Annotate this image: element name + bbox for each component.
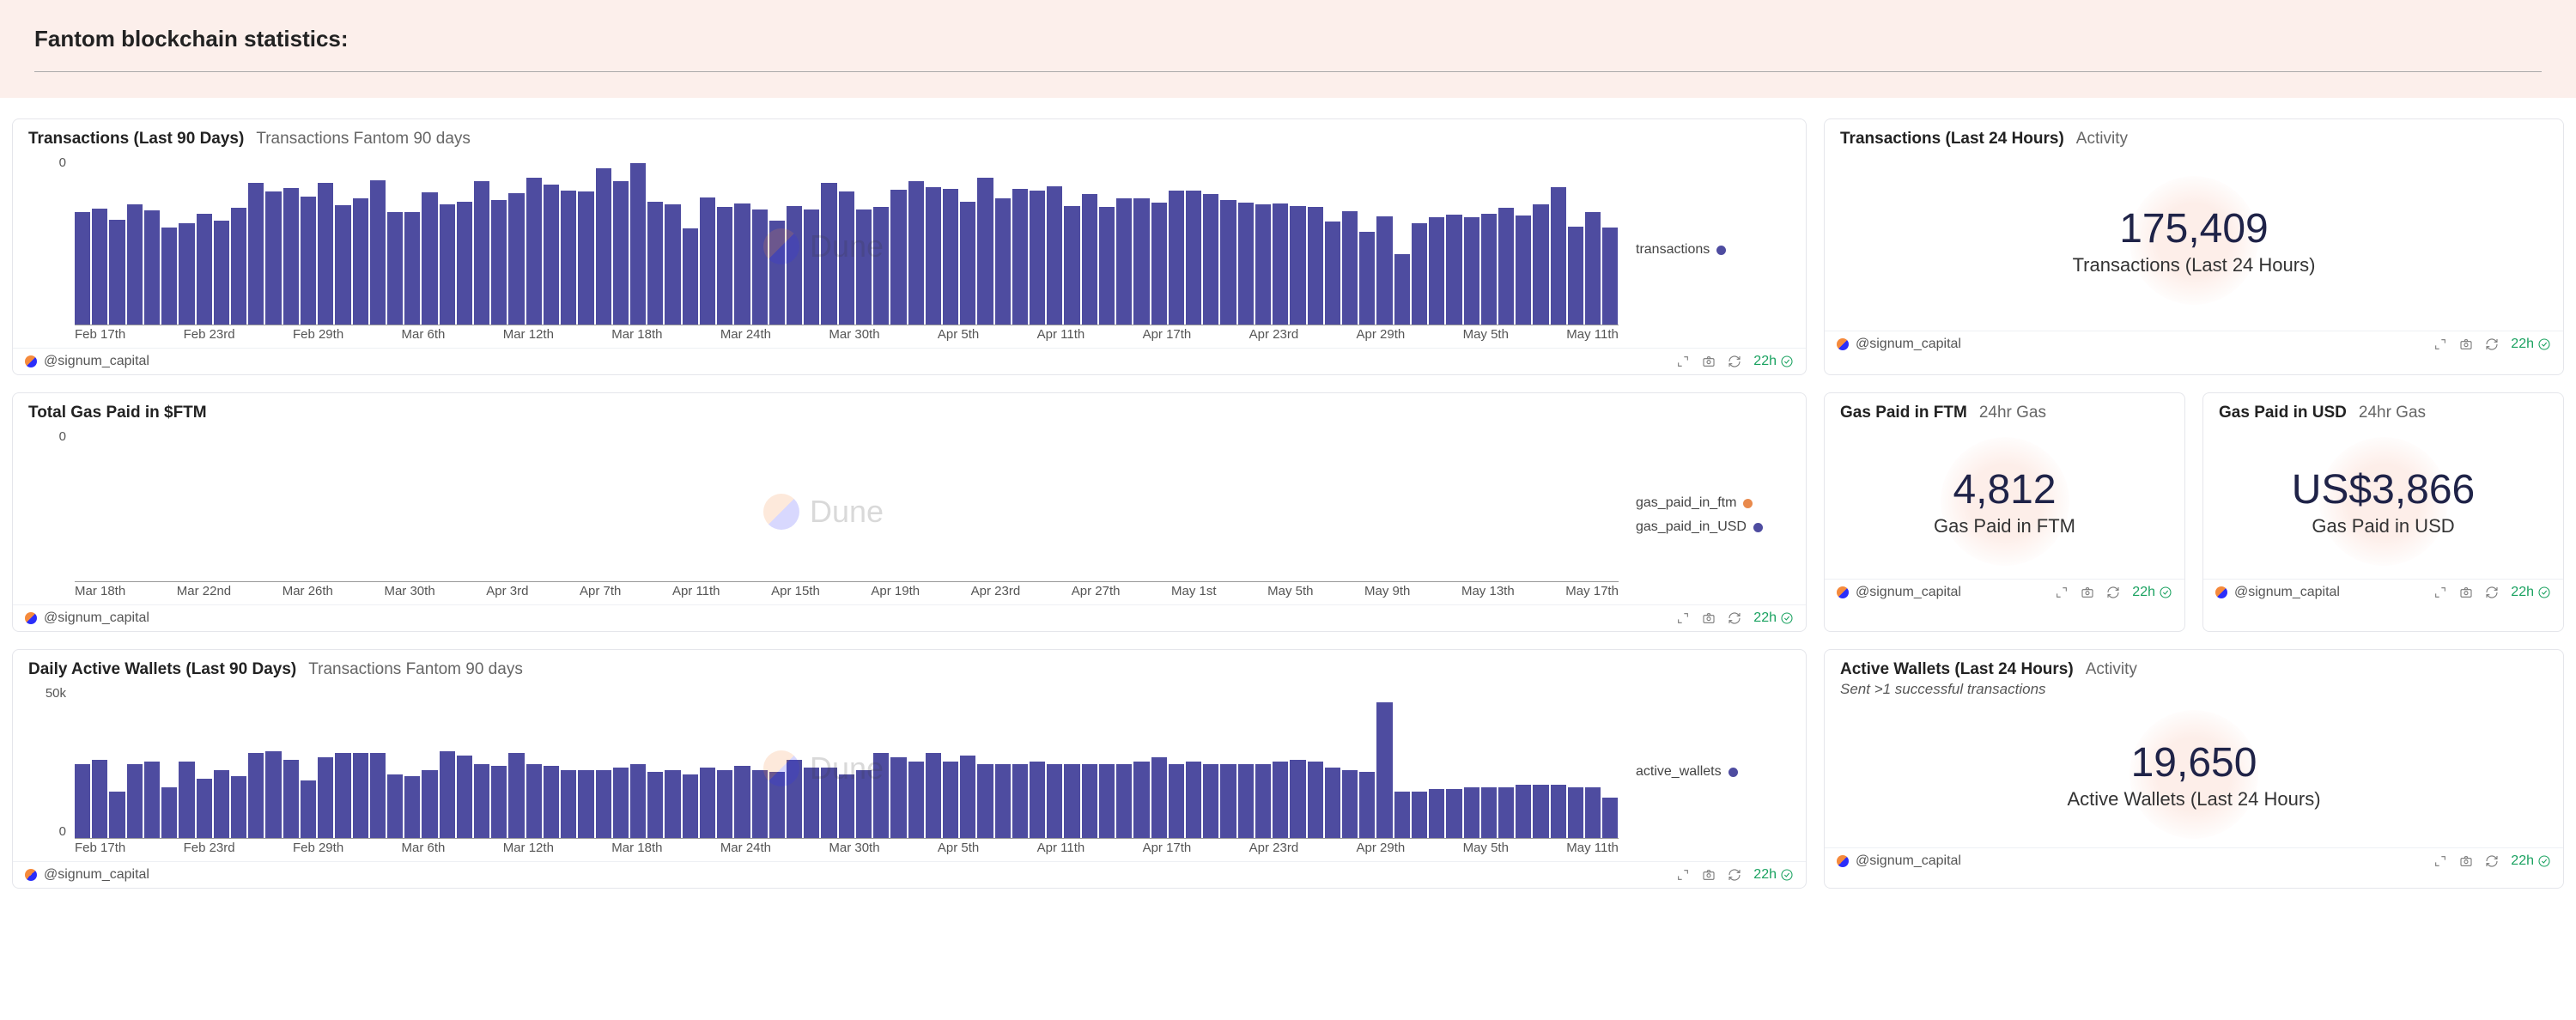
- panel-subtitle: Transactions Fantom 90 days: [308, 660, 523, 679]
- counter-value: US$3,866: [2292, 466, 2476, 513]
- panel-gas-ftm-24h: Gas Paid in FTM 24hr Gas 4,812 Gas Paid …: [1824, 392, 2185, 632]
- expand-icon[interactable]: [2433, 586, 2447, 599]
- panel-title: Transactions (Last 24 Hours): [1840, 130, 2064, 149]
- attribution-link[interactable]: @signum_capital: [44, 354, 149, 369]
- attribution-link[interactable]: @signum_capital: [1856, 853, 1961, 869]
- panel-title: Daily Active Wallets (Last 90 Days): [28, 660, 296, 679]
- header-band: Fantom blockchain statistics:: [0, 0, 2576, 98]
- query-age[interactable]: 22h: [2132, 585, 2172, 600]
- camera-icon[interactable]: [1702, 355, 1716, 368]
- query-age[interactable]: 22h: [1753, 610, 1794, 626]
- dune-icon: [1837, 855, 1849, 867]
- panel-transactions-90d: Transactions (Last 90 Days) Transactions…: [12, 118, 1807, 375]
- expand-icon[interactable]: [2055, 586, 2069, 599]
- panel-title: Gas Paid in USD: [2219, 404, 2347, 422]
- expand-icon[interactable]: [1676, 868, 1690, 882]
- counter-label: Active Wallets (Last 24 Hours): [2067, 788, 2320, 811]
- expand-icon[interactable]: [2433, 854, 2447, 868]
- legend-transactions[interactable]: transactions: [1636, 242, 1790, 258]
- counter-label: Gas Paid in FTM: [1934, 515, 2075, 537]
- counter-value: 175,409: [2119, 205, 2269, 252]
- chart-transactions-90d[interactable]: 0 Feb 17thFeb 23rdFeb 29thMar 6thMar 12t…: [28, 155, 1619, 344]
- panel-gas-paid-chart: Total Gas Paid in $FTM 0 Mar 18thMar 22n…: [12, 392, 1807, 632]
- camera-icon[interactable]: [2081, 586, 2094, 599]
- page-title: Fantom blockchain statistics:: [34, 26, 2542, 52]
- attribution-link[interactable]: @signum_capital: [2234, 585, 2340, 600]
- panel-title: Gas Paid in FTM: [1840, 404, 1967, 422]
- dune-icon: [2215, 586, 2227, 598]
- refresh-icon[interactable]: [1728, 611, 1741, 625]
- panel-gas-usd-24h: Gas Paid in USD 24hr Gas US$3,866 Gas Pa…: [2202, 392, 2564, 632]
- camera-icon[interactable]: [1702, 611, 1716, 625]
- attribution-link[interactable]: @signum_capital: [44, 610, 149, 626]
- counter-label: Gas Paid in USD: [2312, 515, 2454, 537]
- legend-gas-ftm[interactable]: gas_paid_in_ftm: [1636, 495, 1790, 511]
- refresh-icon[interactable]: [2485, 586, 2499, 599]
- attribution-link[interactable]: @signum_capital: [44, 867, 149, 883]
- refresh-icon[interactable]: [2485, 337, 2499, 351]
- query-age[interactable]: 22h: [2511, 853, 2551, 869]
- chart-active-wallets-90d[interactable]: 50k0 Feb 17thFeb 23rdFeb 29thMar 6thMar …: [28, 686, 1619, 858]
- dune-icon: [1837, 586, 1849, 598]
- expand-icon[interactable]: [1676, 611, 1690, 625]
- panel-subtitle: Activity: [2076, 130, 2128, 149]
- attribution-link[interactable]: @signum_capital: [1856, 585, 1961, 600]
- chart-gas-paid[interactable]: 0 Mar 18thMar 22ndMar 26thMar 30thApr 3r…: [28, 429, 1619, 601]
- expand-icon[interactable]: [2433, 337, 2447, 351]
- query-age[interactable]: 22h: [2511, 337, 2551, 352]
- panel-title: Transactions (Last 90 Days): [28, 130, 244, 149]
- dune-icon: [25, 869, 37, 881]
- query-age[interactable]: 22h: [1753, 354, 1794, 369]
- refresh-icon[interactable]: [1728, 868, 1741, 882]
- panel-title: Total Gas Paid in $FTM: [28, 404, 207, 422]
- query-age[interactable]: 22h: [2511, 585, 2551, 600]
- dune-icon: [25, 355, 37, 367]
- camera-icon[interactable]: [2459, 337, 2473, 351]
- query-age[interactable]: 22h: [1753, 867, 1794, 883]
- camera-icon[interactable]: [1702, 868, 1716, 882]
- counter-value: 4,812: [1953, 466, 2056, 513]
- panel-active-wallets-24h: Active Wallets (Last 24 Hours) Activity …: [1824, 649, 2564, 889]
- refresh-icon[interactable]: [2106, 586, 2120, 599]
- refresh-icon[interactable]: [1728, 355, 1741, 368]
- counter-label: Transactions (Last 24 Hours): [2073, 254, 2316, 276]
- legend-gas-usd[interactable]: gas_paid_in_USD: [1636, 519, 1790, 535]
- camera-icon[interactable]: [2459, 854, 2473, 868]
- counter-value: 19,650: [2131, 739, 2257, 786]
- expand-icon[interactable]: [1676, 355, 1690, 368]
- panel-title: Active Wallets (Last 24 Hours): [1840, 660, 2074, 679]
- panel-active-wallets-90d: Daily Active Wallets (Last 90 Days) Tran…: [12, 649, 1807, 889]
- refresh-icon[interactable]: [2485, 854, 2499, 868]
- dune-icon: [25, 612, 37, 624]
- dune-icon: [1837, 338, 1849, 350]
- panel-subtitle: Activity: [2086, 660, 2137, 679]
- panel-transactions-24h: Transactions (Last 24 Hours) Activity 17…: [1824, 118, 2564, 375]
- attribution-link[interactable]: @signum_capital: [1856, 337, 1961, 352]
- header-divider: [34, 71, 2542, 72]
- camera-icon[interactable]: [2459, 586, 2473, 599]
- panel-subtitle: 24hr Gas: [2359, 404, 2426, 422]
- panel-subtitle: Transactions Fantom 90 days: [256, 130, 471, 149]
- panel-description: Sent >1 successful transactions: [1825, 681, 2563, 701]
- panel-subtitle: 24hr Gas: [1979, 404, 2046, 422]
- legend-active-wallets[interactable]: active_wallets: [1636, 764, 1790, 780]
